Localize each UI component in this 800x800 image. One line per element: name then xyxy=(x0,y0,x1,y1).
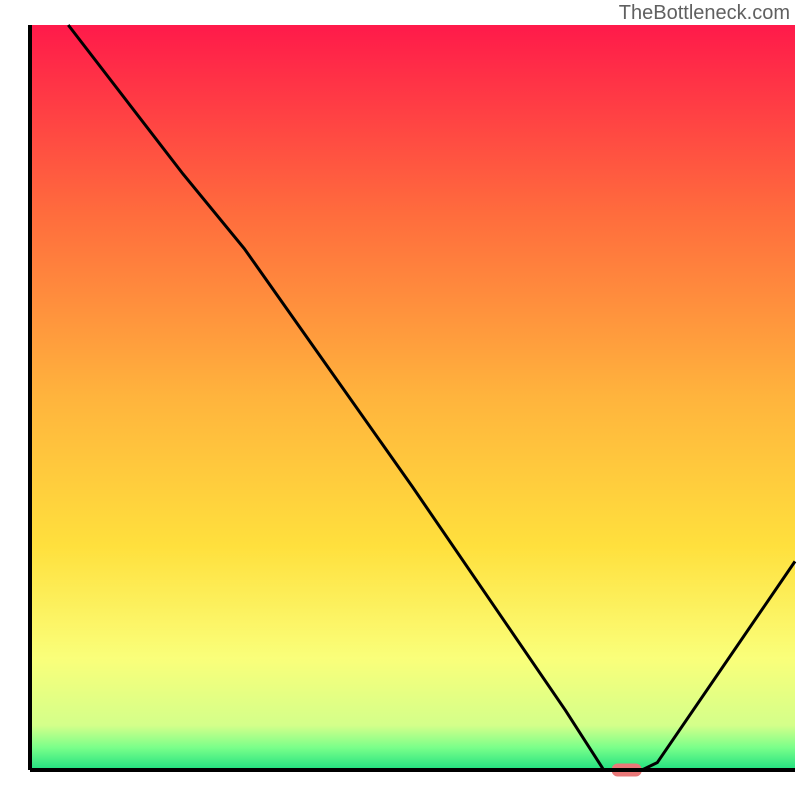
watermark-text: TheBottleneck.com xyxy=(619,2,790,25)
plot-background xyxy=(30,25,795,770)
chart-svg xyxy=(0,0,800,800)
chart-container: TheBottleneck.com xyxy=(0,0,800,800)
